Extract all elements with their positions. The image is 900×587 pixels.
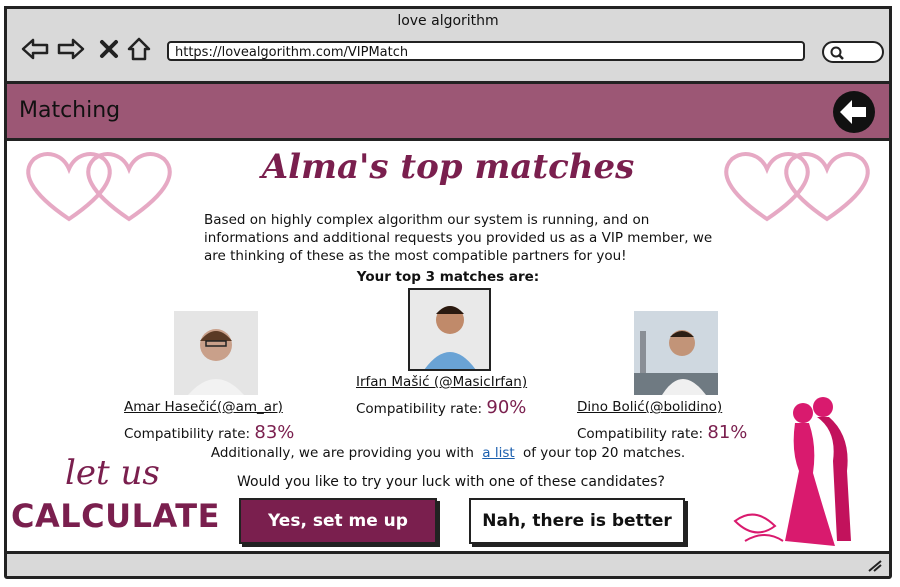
back-circle-icon[interactable] — [832, 90, 876, 134]
couple-illustration — [733, 397, 851, 546]
rate-label: Compatibility rate: — [124, 426, 251, 442]
rate-value: 90% — [486, 397, 527, 418]
main-content: Alma's top matches Based on highly compl… — [7, 141, 889, 551]
accept-button[interactable]: Yes, set me up — [239, 498, 437, 544]
rate-value: 83% — [254, 422, 295, 443]
resize-grip-icon[interactable] — [867, 558, 883, 572]
profile-photo[interactable] — [634, 311, 718, 395]
compatibility-rate: Compatibility rate: 81% — [577, 422, 747, 443]
page-title: Matching — [19, 98, 121, 123]
url-bar[interactable]: https://lovealgorithm.com/VIPMatch — [167, 41, 805, 61]
rate-label: Compatibility rate: — [577, 426, 704, 442]
status-bar — [7, 551, 889, 576]
compatibility-rate: Compatibility rate: 90% — [356, 397, 526, 418]
window-title: love algorithm — [397, 13, 499, 29]
page-heading: Alma's top matches — [261, 147, 635, 187]
forward-arrow-icon[interactable] — [57, 37, 85, 61]
browser-chrome: love algorithm https://lovealgorithm.com… — [4, 6, 892, 84]
profile-photo[interactable] — [408, 288, 491, 371]
back-arrow-icon[interactable] — [21, 37, 49, 61]
intro-text: Based on highly complex algorithm our sy… — [204, 212, 713, 264]
profile-photo[interactable] — [174, 311, 258, 395]
additional-text-before: Additionally, we are providing you with — [210, 445, 474, 461]
app-header: Matching — [7, 84, 889, 141]
promo-line-1: let us — [65, 453, 160, 493]
top20-list-link[interactable]: a list — [482, 445, 514, 461]
prompt-question: Would you like to try your luck with one… — [237, 474, 665, 490]
home-icon[interactable] — [125, 37, 153, 61]
close-icon[interactable] — [95, 37, 123, 61]
decline-button[interactable]: Nah, there is better — [469, 498, 685, 544]
top-matches-label: Your top 3 matches are: — [356, 269, 540, 285]
match-name-link[interactable]: Irfan Mašić (@MasicIrfan) — [356, 374, 527, 390]
additional-text-after: of your top 20 matches. — [522, 445, 686, 461]
rate-label: Compatibility rate: — [356, 401, 483, 417]
match-name-link[interactable]: Dino Bolić(@bolidino) — [577, 399, 722, 415]
search-icon — [830, 46, 844, 60]
compatibility-rate: Compatibility rate: 83% — [124, 422, 294, 443]
promo-line-2: CALCULATE — [11, 497, 220, 535]
match-name-link[interactable]: Amar Hasečić(@am_ar) — [124, 399, 283, 415]
search-field[interactable] — [822, 41, 884, 63]
